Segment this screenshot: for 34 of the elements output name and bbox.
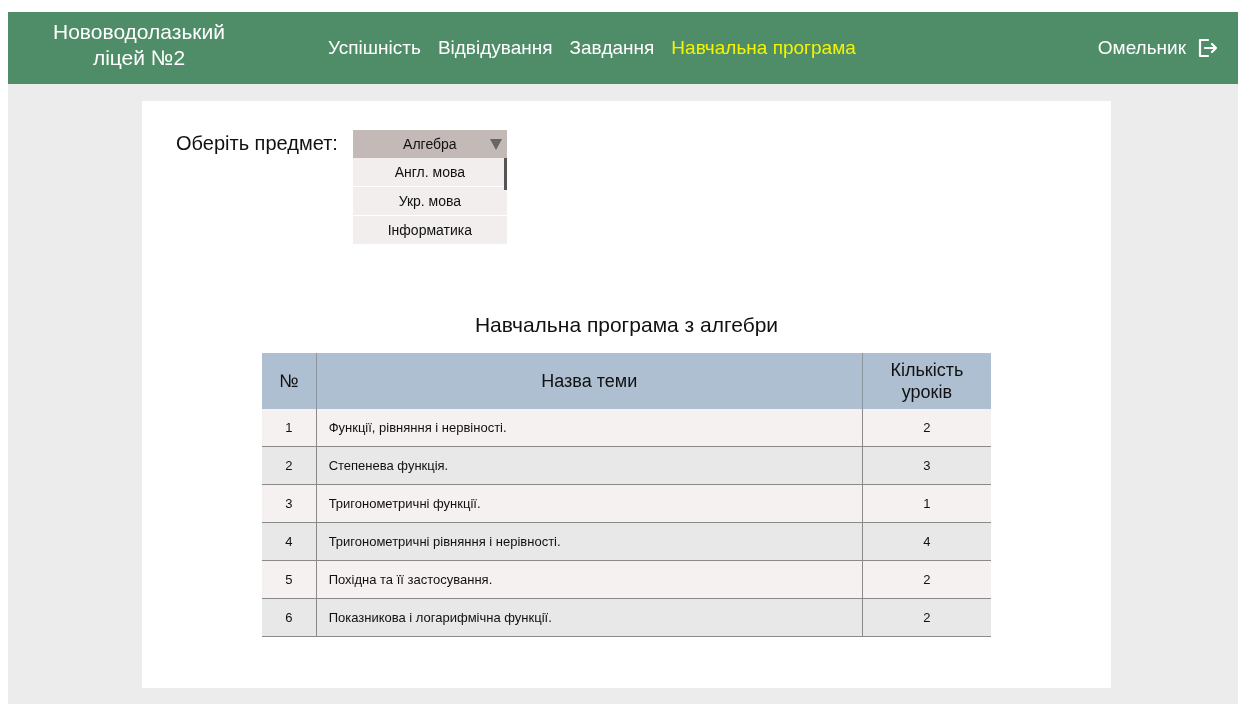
column-header: Назва теми	[316, 353, 863, 409]
column-header: №	[262, 353, 317, 409]
dropdown-option[interactable]: Укр. мова	[352, 187, 507, 216]
caret-icon	[489, 139, 502, 150]
table-cell: 2	[862, 598, 991, 637]
school-name: Нововодолазький ліцей №2	[52, 19, 226, 71]
table-cell: 2	[862, 409, 991, 447]
table-cell: 3	[262, 484, 317, 523]
table-cell: Тригонометричні рівняння і нерівності.	[316, 522, 863, 561]
table-cell: 3	[862, 446, 991, 485]
dropdown-option[interactable]: Інформатика	[352, 216, 507, 245]
table-cell: 2	[862, 560, 991, 599]
nav-link[interactable]: Відвідування	[437, 37, 553, 59]
column-header: Кількість уроків	[862, 353, 991, 409]
table-cell: Показникова і логарифмічна функції.	[316, 598, 863, 637]
table-title: Навчальна програма з алгебри	[473, 313, 780, 337]
table-cell: Тригонометричні функції.	[316, 484, 863, 523]
table-cell: 1	[262, 409, 317, 447]
table-cell: 2	[262, 446, 317, 485]
table-cell: 4	[262, 522, 317, 561]
table-cell: 4	[862, 522, 991, 561]
table-cell: 5	[262, 560, 317, 599]
logout-icon[interactable]	[1196, 37, 1218, 59]
scrollbar[interactable]	[503, 158, 507, 190]
table-cell: 6	[262, 598, 317, 637]
table-cell: Похідна та її застосування.	[316, 560, 863, 599]
subject-label: Оберіть предмет:	[176, 132, 338, 155]
table-cell: Функції, рівняння і нервіності.	[316, 409, 863, 447]
nav-link[interactable]: Успішність	[328, 37, 421, 59]
user-name: Омельник	[1097, 37, 1186, 59]
subject-dropdown[interactable]: Алгебра	[352, 130, 507, 158]
table-cell: Степенева функція.	[316, 446, 863, 485]
table-cell: 1	[862, 484, 991, 523]
nav-link[interactable]: Завдання	[569, 37, 655, 59]
